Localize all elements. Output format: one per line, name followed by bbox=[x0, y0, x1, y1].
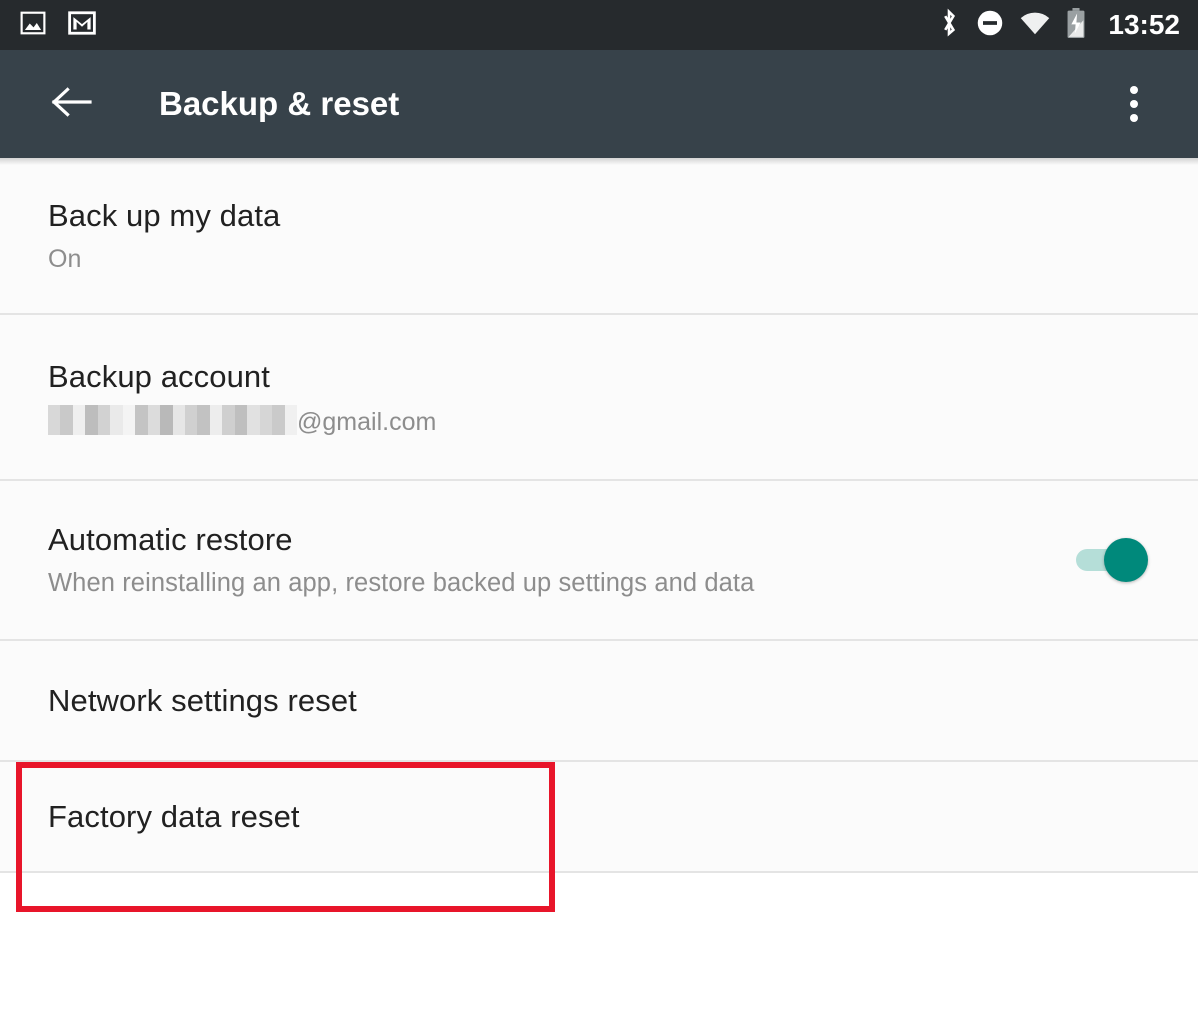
backup-account-domain: @gmail.com bbox=[297, 408, 437, 436]
toggle-thumb bbox=[1104, 538, 1148, 582]
list-item-title: Automatic restore bbox=[48, 522, 293, 557]
status-bar-clock: 13:52 bbox=[1108, 9, 1180, 40]
list-item-title: Back up my data bbox=[48, 197, 281, 233]
list-item-title: Backup account bbox=[48, 359, 270, 394]
do-not-disturb-icon bbox=[976, 9, 1004, 42]
overflow-dot-icon bbox=[1130, 114, 1138, 122]
status-bar-right-icons: 13:52 bbox=[938, 0, 1180, 50]
app-bar: Backup & reset bbox=[0, 50, 1198, 158]
back-button[interactable] bbox=[44, 80, 100, 128]
list-item-automatic-restore[interactable]: Automatic restore When reinstalling an a… bbox=[0, 481, 1198, 641]
status-bar: 13:52 bbox=[0, 0, 1198, 50]
list-item-subtitle: @gmail.com bbox=[48, 405, 1174, 437]
overflow-dot-icon bbox=[1130, 100, 1138, 108]
redacted-username-blur bbox=[48, 405, 298, 435]
list-item-subtitle: When reinstalling an app, restore backed… bbox=[48, 569, 755, 597]
screenshot-image-icon bbox=[20, 10, 46, 41]
overflow-dot-icon bbox=[1130, 86, 1138, 94]
overflow-menu-button[interactable] bbox=[1110, 80, 1158, 128]
gmail-notification-icon bbox=[68, 10, 96, 41]
list-item-back-up-my-data[interactable]: Back up my data On bbox=[0, 158, 1198, 315]
list-item-backup-account[interactable]: Backup account @gmail.com bbox=[0, 315, 1198, 481]
list-item-network-settings-reset[interactable]: Network settings reset bbox=[0, 641, 1198, 762]
empty-list-area bbox=[0, 873, 1198, 1022]
list-item-factory-data-reset[interactable]: Factory data reset bbox=[0, 762, 1198, 873]
page-title: Backup & reset bbox=[159, 85, 400, 122]
list-item-title: Factory data reset bbox=[48, 798, 300, 834]
battery-charging-icon bbox=[1066, 7, 1086, 43]
bluetooth-icon bbox=[938, 8, 960, 43]
status-bar-left-icons bbox=[0, 10, 96, 41]
wifi-icon bbox=[1020, 11, 1050, 40]
list-item-title: Network settings reset bbox=[48, 682, 357, 718]
list-item-subtitle: On bbox=[48, 244, 82, 273]
android-settings-screen: 13:52 Backup & reset Back up my data On bbox=[0, 0, 1198, 1022]
automatic-restore-toggle[interactable] bbox=[1076, 538, 1148, 582]
arrow-left-icon bbox=[51, 86, 93, 123]
